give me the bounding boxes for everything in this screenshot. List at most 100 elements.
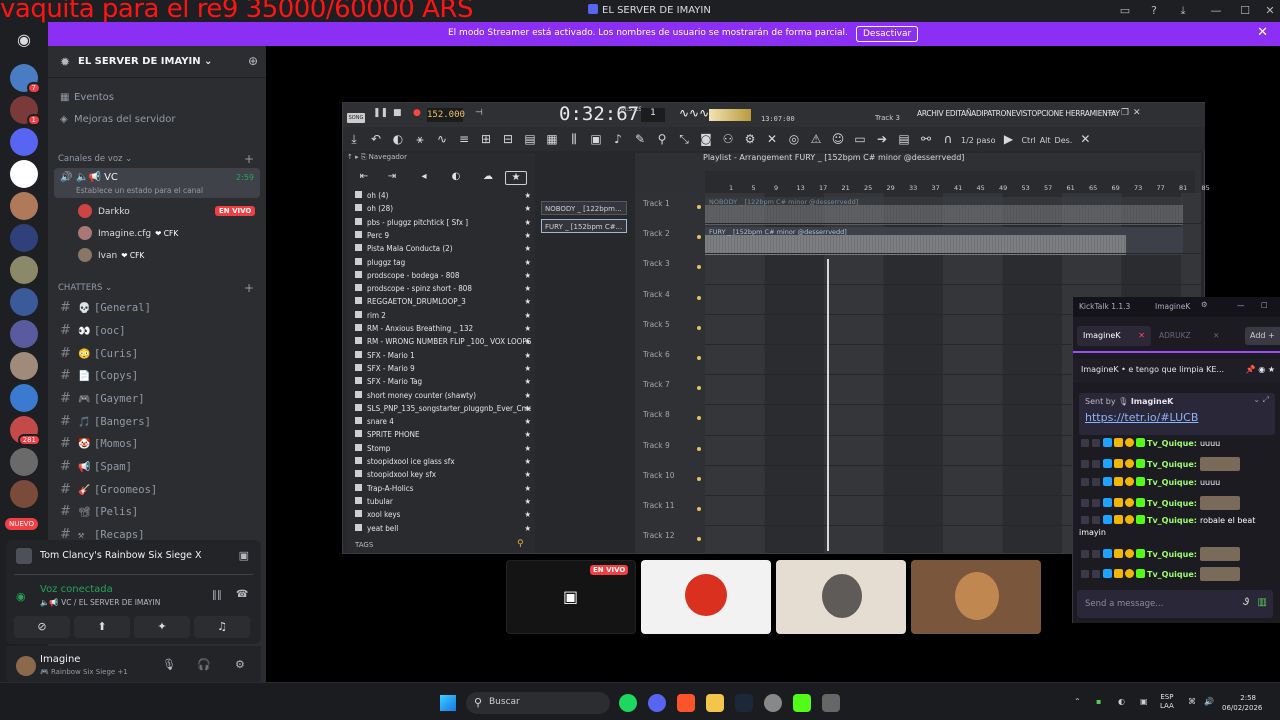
channel-pelis[interactable]: # 📽 [Pelis] (60, 504, 138, 519)
server-icon[interactable] (10, 288, 38, 316)
alt-label[interactable]: Alt (1040, 132, 1051, 150)
audio-clip[interactable]: NOBODY _ [122bpm C# minor @desserrvedd] (705, 197, 1183, 225)
track-led[interactable] (697, 265, 701, 270)
tool-icon[interactable]: ⚇ (719, 130, 737, 148)
headphones-icon[interactable]: 🎧 (197, 658, 211, 671)
browser-item[interactable]: oh (4) ★ (355, 191, 531, 204)
minimize-icon[interactable]: — (1237, 301, 1245, 310)
pause-icon[interactable]: ❚❚ (373, 108, 388, 118)
star-icon[interactable]: ★ (525, 444, 531, 453)
des-label[interactable]: Des. (1055, 132, 1073, 150)
channel-groomeos[interactable]: # 🎸 [Groomeos] (60, 482, 157, 497)
tool-icon[interactable]: ♪ (609, 130, 627, 148)
channel-bangers[interactable]: # 🎵 [Bangers] (60, 414, 151, 429)
camera-off-button[interactable]: ⊘ (14, 616, 70, 638)
tool-icon[interactable]: ✎ (631, 130, 649, 148)
disconnect-icon[interactable]: ☎ (236, 589, 248, 600)
close-button[interactable]: ✕ (1262, 3, 1278, 19)
browser-item[interactable]: oh (28) ★ (355, 204, 531, 217)
copy-icon[interactable] (1092, 439, 1100, 447)
add-channel-icon[interactable]: + (244, 281, 254, 295)
browser-item[interactable]: tubular ★ (355, 496, 531, 510)
voice-user[interactable]: Imagine.cfg ❤ CFK (78, 226, 178, 240)
server-icon[interactable] (10, 192, 38, 220)
avatar[interactable] (16, 656, 36, 676)
server-icon[interactable] (10, 480, 38, 508)
browser-item[interactable]: SFX - Mario 9 ★ (355, 363, 531, 377)
account-name[interactable]: ImagineK (1155, 302, 1190, 311)
track-led[interactable] (697, 507, 701, 511)
tool-icon[interactable]: ⤡ (675, 130, 693, 148)
start-icon[interactable] (440, 695, 456, 711)
copy-icon[interactable] (1092, 516, 1100, 524)
chat-username[interactable]: Tv_Quique: (1147, 499, 1197, 508)
track-led[interactable] (697, 356, 701, 360)
star-icon[interactable]: ★ (525, 311, 531, 320)
server-icon[interactable] (10, 224, 38, 252)
star-icon[interactable]: ★ (525, 524, 531, 533)
copy-icon[interactable] (1092, 499, 1100, 507)
tool-icon[interactable]: ◙ (697, 130, 715, 148)
tool-icon[interactable]: ▤ (521, 130, 539, 148)
star-icon[interactable]: ★ (525, 470, 531, 479)
chat-message[interactable]: Tv_Quique: (1081, 496, 1280, 510)
channel-spam[interactable]: # 📢 [Spam] (60, 459, 132, 474)
server-icon[interactable] (10, 128, 38, 156)
browser-item[interactable]: RM - Anxious Breathing _ 132 ★ (355, 324, 531, 337)
browser-item[interactable]: yeat bell ★ (355, 523, 531, 537)
browser-item[interactable]: rim 2 ★ (355, 310, 531, 324)
track-label[interactable]: Track 9 (643, 441, 701, 451)
tool-icon[interactable]: ✕ (763, 130, 781, 148)
star-icon[interactable]: ★ (525, 258, 531, 267)
app-icon[interactable] (822, 694, 840, 712)
spotify-icon[interactable] (619, 694, 637, 712)
browser-tab-icon[interactable]: ◂ (413, 171, 435, 185)
language-indicator[interactable]: ESP LAA (1160, 693, 1174, 711)
chat-username[interactable]: Tv_Quique: (1147, 439, 1197, 448)
copy-icon[interactable] (1092, 478, 1100, 486)
brave-icon[interactable] (677, 694, 695, 712)
voice-user[interactable]: Ivan ❤ CFK (78, 248, 144, 262)
server-icon[interactable]: 281 (10, 416, 41, 446)
fl-main-menu[interactable]: ARCHIV EDITAÑADIPATRONEVISTOPCIONE HERRA… (917, 109, 1120, 118)
reply-icon[interactable] (1081, 478, 1089, 486)
star-icon[interactable]: ★ (525, 497, 531, 506)
track-label[interactable]: Track 3 (643, 259, 701, 270)
reply-icon[interactable] (1081, 460, 1089, 468)
track-label[interactable]: Track 5 (643, 320, 701, 330)
download-icon[interactable]: ⤓ (1175, 3, 1191, 19)
close-icon[interactable]: ✕ (1257, 25, 1268, 40)
star-icon[interactable]: ★ (525, 430, 531, 439)
ctrl-label[interactable]: Ctrl (1021, 132, 1035, 150)
tool-icon[interactable]: ▤ (895, 130, 913, 148)
add-channel-icon[interactable]: + (244, 152, 254, 166)
star-icon[interactable]: ★ (525, 231, 531, 240)
volume-icon[interactable]: 🔊 (1204, 697, 1214, 706)
channel-button[interactable]: NOBODY _ [122bpm... (541, 201, 627, 215)
browser-item[interactable]: Perc 9 ★ (355, 230, 531, 244)
tool-icon[interactable]: ≡ (455, 130, 473, 148)
track-label[interactable]: Track 1 (643, 199, 701, 209)
tool-icon[interactable]: ▣ (587, 130, 605, 148)
copy-icon[interactable] (1092, 550, 1100, 558)
voice-connected-label[interactable]: Voz conectada (40, 584, 113, 595)
audio-clip[interactable]: FURY _ [152bpm C# minor @desserrvedd] (705, 227, 1183, 255)
tool-icon[interactable]: ☺ (829, 130, 847, 148)
tool-icon[interactable]: ◎ (785, 130, 803, 148)
track-label[interactable]: Track 4 (643, 290, 701, 300)
snap-selector[interactable]: 1/2 paso (961, 132, 995, 150)
kick-icon[interactable] (793, 694, 811, 712)
tool-icon[interactable]: ⚹ (411, 130, 429, 148)
record-icon[interactable]: ● (413, 108, 421, 118)
mixer-icon[interactable]: ⫼ (565, 130, 583, 148)
favorites-tab-icon[interactable]: ★ (505, 171, 527, 185)
channel-gaymer[interactable]: # 🎮 [Gaymer] (60, 391, 145, 406)
pinned-link[interactable]: https://tetr.io/#LUCB (1085, 411, 1198, 424)
reply-icon[interactable] (1081, 550, 1089, 558)
chat-tab[interactable]: ImagineK ✕ (1077, 326, 1151, 346)
fl-restore-button[interactable]: ❐ (1121, 108, 1129, 118)
steam-icon[interactable] (735, 694, 753, 712)
soundboard-button[interactable]: ♫ (194, 616, 250, 638)
star-icon[interactable]: ★ (525, 297, 531, 306)
server-header[interactable]: ✹ EL SERVER DE IMAYIN ⌄ ⊕ (48, 46, 266, 78)
